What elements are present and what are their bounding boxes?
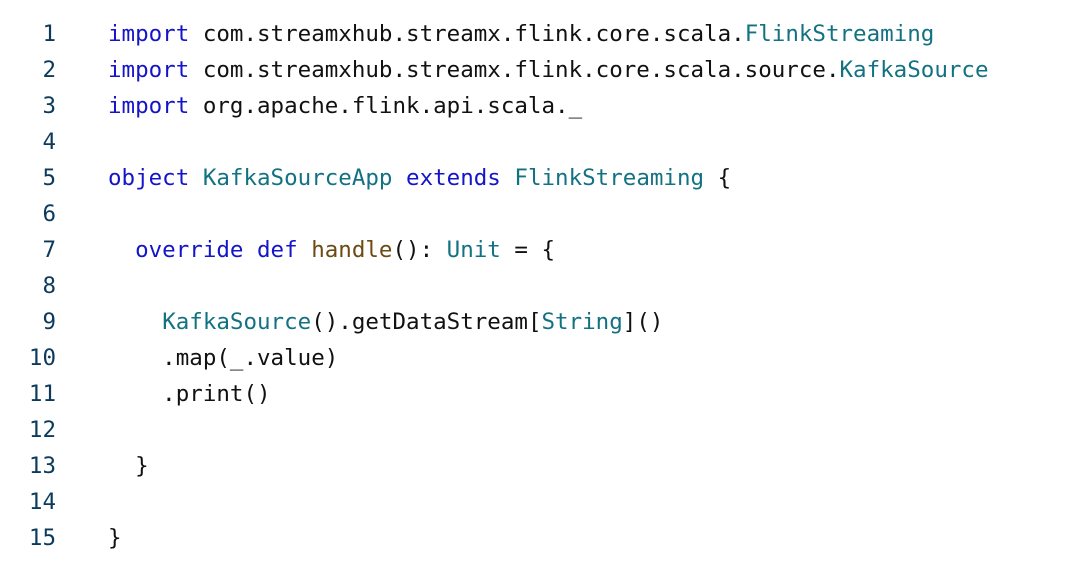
code-text: import org.apache.flink.api.scala._ xyxy=(108,88,582,124)
line-number: 1 xyxy=(42,21,56,47)
code-token: handle xyxy=(311,237,393,263)
code-text: } xyxy=(108,448,149,484)
code-line: 2 import com.streamxhub.streamx.flink.cor… xyxy=(0,52,1091,88)
code-line: 8 xyxy=(0,268,1091,304)
code-token: com.streamxhub.streamx.flink.core.scala. xyxy=(189,21,745,47)
code-text: object KafkaSourceApp extends FlinkStrea… xyxy=(108,160,731,196)
line-number: 14 xyxy=(28,489,56,515)
code-line: 14 xyxy=(0,484,1091,520)
code-token: FlinkStreaming xyxy=(514,165,705,191)
line-number: 8 xyxy=(42,273,56,299)
line-number: 4 xyxy=(42,129,56,155)
code-token: object xyxy=(108,165,190,191)
code-token: .map(_.value) xyxy=(108,345,339,371)
code-line: 5 object KafkaSourceApp extends FlinkStre… xyxy=(0,160,1091,196)
code-line: 3 import org.apache.flink.api.scala._ xyxy=(0,88,1091,124)
code-token: import xyxy=(108,93,190,119)
code-line: 13 } xyxy=(0,448,1091,484)
code-text: import com.streamxhub.streamx.flink.core… xyxy=(108,52,989,88)
code-token: KafkaSource xyxy=(839,57,989,83)
code-token: Unit xyxy=(446,237,501,263)
code-token: .print() xyxy=(108,381,271,407)
code-token: com.streamxhub.streamx.flink.core.scala.… xyxy=(189,57,840,83)
code-text: import com.streamxhub.streamx.flink.core… xyxy=(108,16,934,52)
code-token: import xyxy=(108,21,190,47)
code-line: 6 xyxy=(0,196,1091,232)
code-token: } xyxy=(108,453,149,479)
code-token: } xyxy=(108,525,122,551)
code-line: 7 override def handle(): Unit = { xyxy=(0,232,1091,268)
code-text: KafkaSource().getDataStream[String]() xyxy=(108,304,663,340)
code-token: = { xyxy=(500,237,556,263)
code-token: KafkaSourceApp xyxy=(202,165,393,191)
code-line: 11 .print() xyxy=(0,376,1091,412)
line-number: 12 xyxy=(28,417,56,443)
code-token: override xyxy=(135,237,244,263)
line-number: 7 xyxy=(42,237,56,263)
code-token: String xyxy=(541,309,623,335)
line-number: 6 xyxy=(42,201,56,227)
code-text: override def handle(): Unit = { xyxy=(108,232,555,268)
line-number: 5 xyxy=(42,165,56,191)
line-number: 9 xyxy=(42,309,56,335)
code-token: { xyxy=(704,165,732,191)
code-token: KafkaSource xyxy=(162,309,312,335)
code-text: .map(_.value) xyxy=(108,340,338,376)
code-text: } xyxy=(108,520,122,556)
code-text: .print() xyxy=(108,376,271,412)
code-line: 1 import com.streamxhub.streamx.flink.cor… xyxy=(0,16,1091,52)
line-number: 10 xyxy=(28,345,56,371)
code-token: ().getDataStream[ xyxy=(311,309,542,335)
code-token: extends xyxy=(406,165,501,191)
code-token: ]() xyxy=(622,309,664,335)
code-line: 10 .map(_.value) xyxy=(0,340,1091,376)
code-line: 4 xyxy=(0,124,1091,160)
code-token: def xyxy=(257,237,298,263)
line-number: 11 xyxy=(28,381,56,407)
code-line: 12 xyxy=(0,412,1091,448)
code-token: org.apache.flink.api.scala._ xyxy=(189,93,583,119)
line-number: 15 xyxy=(28,525,56,551)
code-token: (): xyxy=(392,237,447,263)
code-token: FlinkStreaming xyxy=(744,21,935,47)
code-token: import xyxy=(108,57,190,83)
line-number: 13 xyxy=(28,453,56,479)
code-line: 9 KafkaSource().getDataStream[String]() xyxy=(0,304,1091,340)
line-number: 3 xyxy=(42,93,56,119)
code-editor: 1 import com.streamxhub.streamx.flink.cor… xyxy=(0,16,1091,556)
line-number: 2 xyxy=(42,57,56,83)
code-line: 15} xyxy=(0,520,1091,556)
